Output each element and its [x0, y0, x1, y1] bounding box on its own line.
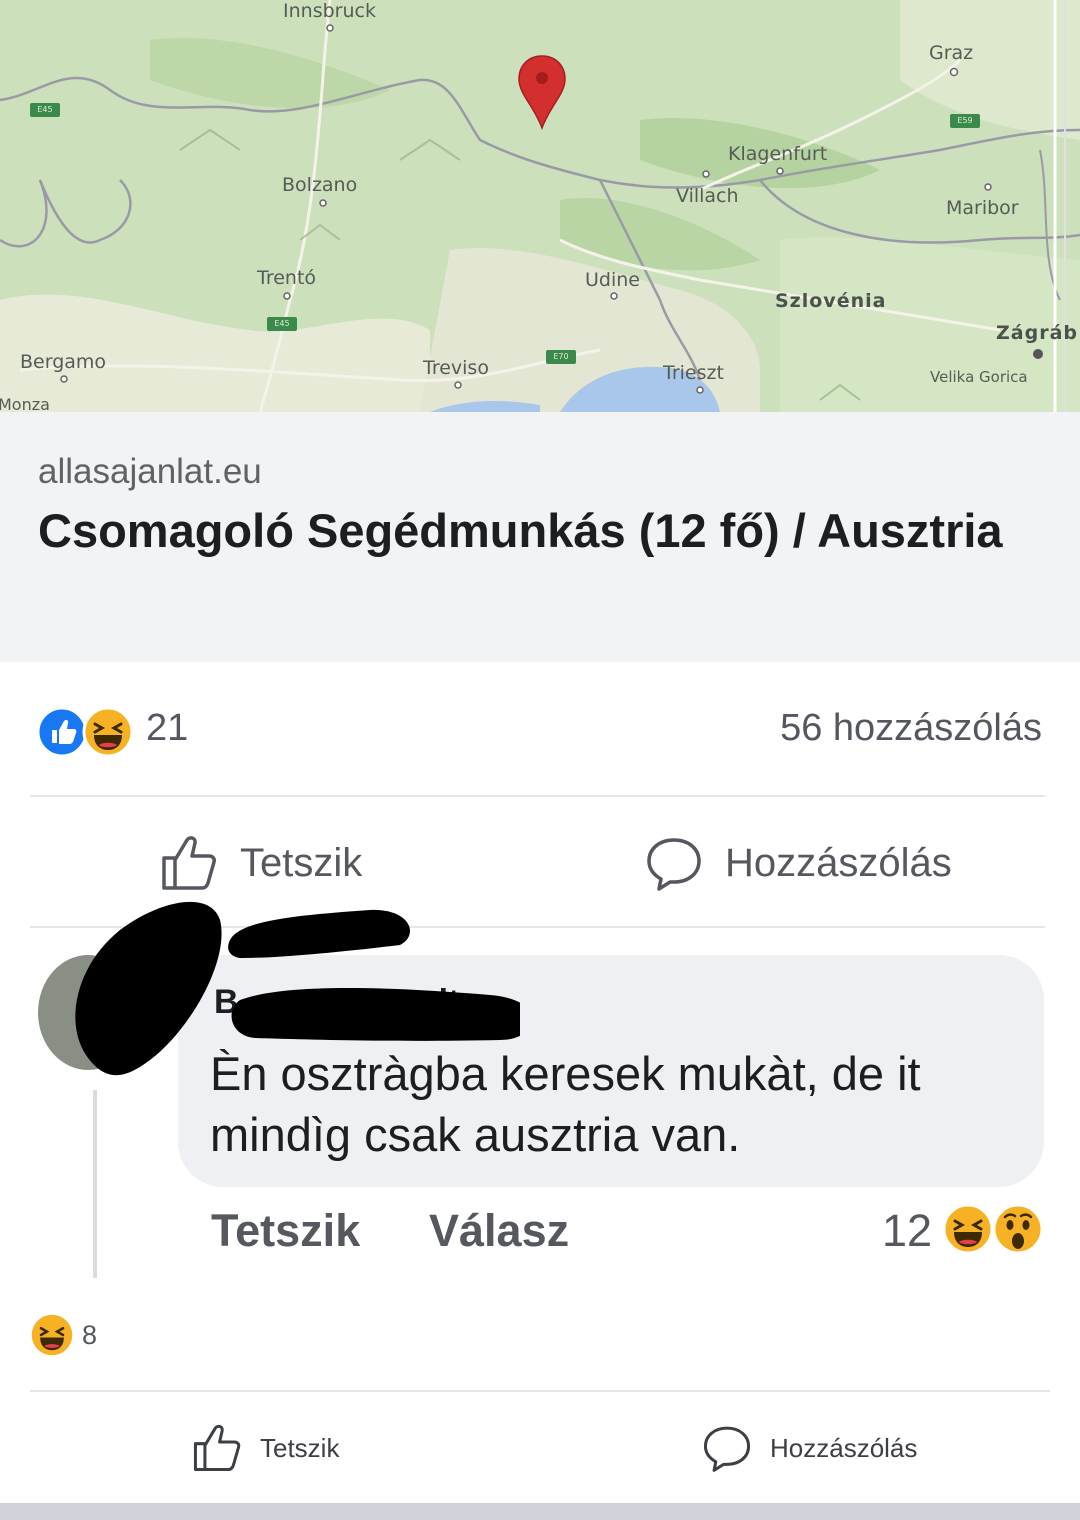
map-label-udine: Udine — [585, 269, 640, 291]
map-label-bolzano: Bolzano — [282, 174, 358, 196]
footer-reaction-count[interactable]: 8 — [82, 1320, 97, 1351]
comment-bubble-icon — [703, 1426, 751, 1472]
link-preview-card[interactable]: allasajanlat.eu Csomagoló Segédmunkás (1… — [0, 412, 1080, 662]
map-road-badge: E70 — [546, 350, 576, 364]
post-like-label: Tetszik — [240, 840, 363, 885]
map-road-badge: E59 — [950, 114, 980, 128]
map-label-velika-gorica: Velika Gorica — [930, 368, 1028, 386]
post-reaction-count[interactable]: 21 — [146, 707, 188, 750]
map-pin-icon — [518, 55, 566, 130]
map-label-villach: Villach — [676, 185, 739, 207]
bottom-strip — [0, 1503, 1080, 1520]
post-comment-count[interactable]: 56 hozzászólás — [780, 707, 1042, 750]
thumbs-up-icon — [162, 836, 216, 890]
post-comment-label: Hozzászólás — [725, 840, 952, 885]
map-label-innsbruck: Innsbruck — [283, 0, 376, 22]
link-domain: allasajanlat.eu — [38, 452, 262, 491]
like-icon[interactable] — [36, 706, 88, 758]
map-label-trieszt: Trieszt — [663, 362, 724, 384]
comment-bubble-icon — [647, 838, 701, 891]
comment-like-button[interactable]: Tetszik — [211, 1205, 360, 1257]
post-like-button[interactable]: Tetszik — [160, 830, 362, 896]
map-label-treviso: Treviso — [423, 357, 489, 379]
redaction-scribble — [75, 901, 520, 1076]
footer-like-label: Tetszik — [260, 1432, 340, 1463]
wow-icon[interactable] — [992, 1203, 1044, 1255]
thumbs-up-icon — [193, 1424, 241, 1472]
map-label-szlovenia: Szlovénia — [775, 290, 887, 312]
comment-thread-line — [93, 1090, 97, 1278]
map-road-badge: E45 — [267, 317, 297, 331]
map-label-klagenfurt: Klagenfurt — [728, 143, 828, 165]
map-preview[interactable]: Innsbruck Graz Bolzano Klagenfurt Villac… — [0, 0, 1080, 412]
map-label-graz: Graz — [929, 42, 974, 64]
map-label-zagrab: Zágráb — [996, 322, 1078, 344]
divider — [30, 795, 1045, 797]
comment-reaction-count[interactable]: 12 — [882, 1205, 932, 1257]
post-comment-button[interactable]: Hozzászólás — [645, 830, 952, 896]
haha-icon[interactable] — [30, 1313, 74, 1357]
footer-comment-button[interactable]: Hozzászólás — [702, 1422, 917, 1474]
map-road-badge: E45 — [30, 103, 60, 117]
post-reaction-summary: 21 56 hozzászólás — [0, 662, 1080, 797]
map-label-maribor: Maribor — [946, 197, 1019, 219]
map-label-monza: Monza — [0, 395, 50, 412]
map-label-trento: Trentó — [257, 267, 317, 289]
map-label-bergamo: Bergamo — [20, 351, 107, 373]
footer-comment-label: Hozzászólás — [770, 1432, 918, 1463]
divider — [30, 1390, 1050, 1392]
link-title[interactable]: Csomagoló Segédmunkás (12 fő) / Ausztria — [38, 498, 1038, 563]
footer-like-button[interactable]: Tetszik — [192, 1422, 339, 1474]
haha-icon[interactable] — [942, 1203, 994, 1255]
comment-reply-button[interactable]: Válasz — [429, 1205, 569, 1257]
haha-icon[interactable] — [82, 706, 134, 758]
